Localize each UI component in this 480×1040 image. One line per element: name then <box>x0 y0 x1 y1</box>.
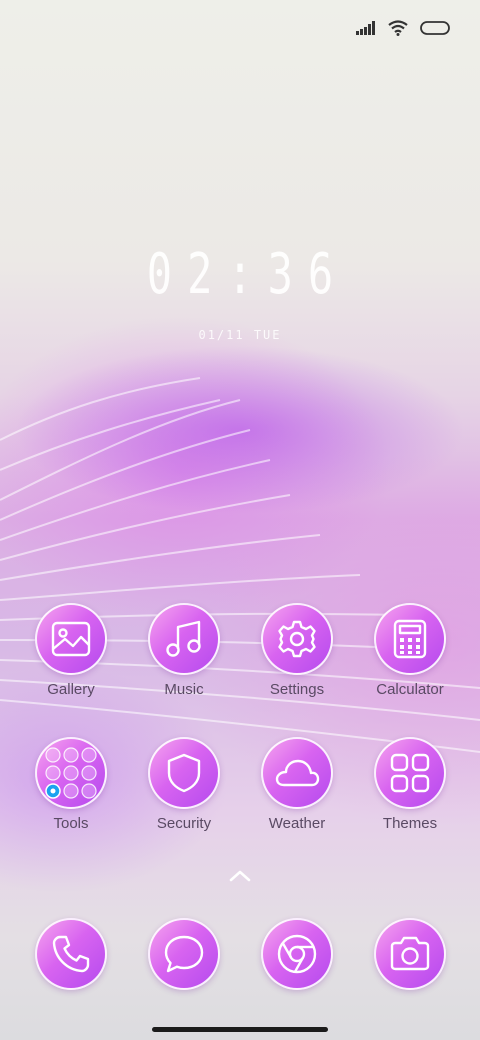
themes-icon <box>374 737 446 809</box>
music-icon <box>148 603 220 675</box>
clock-time[interactable]: 02:36 <box>60 242 420 307</box>
status-bar <box>356 14 450 42</box>
signal-icon <box>356 21 375 35</box>
app-settings[interactable]: Settings <box>242 603 352 698</box>
app-music[interactable]: Music <box>129 603 239 698</box>
app-label: Security <box>156 815 212 832</box>
app-weather[interactable]: Weather <box>242 737 352 832</box>
camera-icon <box>374 918 446 990</box>
app-label: Calculator <box>376 681 444 698</box>
clock-date: 01/11 TUE <box>198 328 282 342</box>
gallery-icon <box>35 603 107 675</box>
app-label: Gallery <box>47 681 95 698</box>
home-indicator[interactable] <box>152 1027 328 1032</box>
app-calculator[interactable]: Calculator <box>355 603 465 698</box>
app-themes[interactable]: Themes <box>355 737 465 832</box>
app-label: Weather <box>268 815 326 832</box>
dock-messages[interactable] <box>129 918 239 990</box>
app-label: Tools <box>53 815 89 832</box>
tools-folder-icon <box>35 737 107 809</box>
dock-browser[interactable] <box>242 918 352 990</box>
cloud-icon <box>261 737 333 809</box>
app-tools-folder[interactable]: Tools <box>16 737 126 832</box>
app-gallery[interactable]: Gallery <box>16 603 126 698</box>
wifi-icon <box>388 20 408 36</box>
battery-icon <box>420 21 450 35</box>
app-label: Music <box>164 681 204 698</box>
calculator-icon <box>374 603 446 675</box>
app-label: Themes <box>382 815 438 832</box>
dock-phone[interactable] <box>16 918 126 990</box>
browser-icon <box>261 918 333 990</box>
wallpaper-feather <box>0 377 480 753</box>
chevron-up-icon[interactable] <box>228 868 252 884</box>
app-security[interactable]: Security <box>129 737 239 832</box>
app-label: Settings <box>269 681 325 698</box>
dock-camera[interactable] <box>355 918 465 990</box>
phone-icon <box>35 918 107 990</box>
gear-icon <box>261 603 333 675</box>
message-icon <box>148 918 220 990</box>
shield-icon <box>148 737 220 809</box>
